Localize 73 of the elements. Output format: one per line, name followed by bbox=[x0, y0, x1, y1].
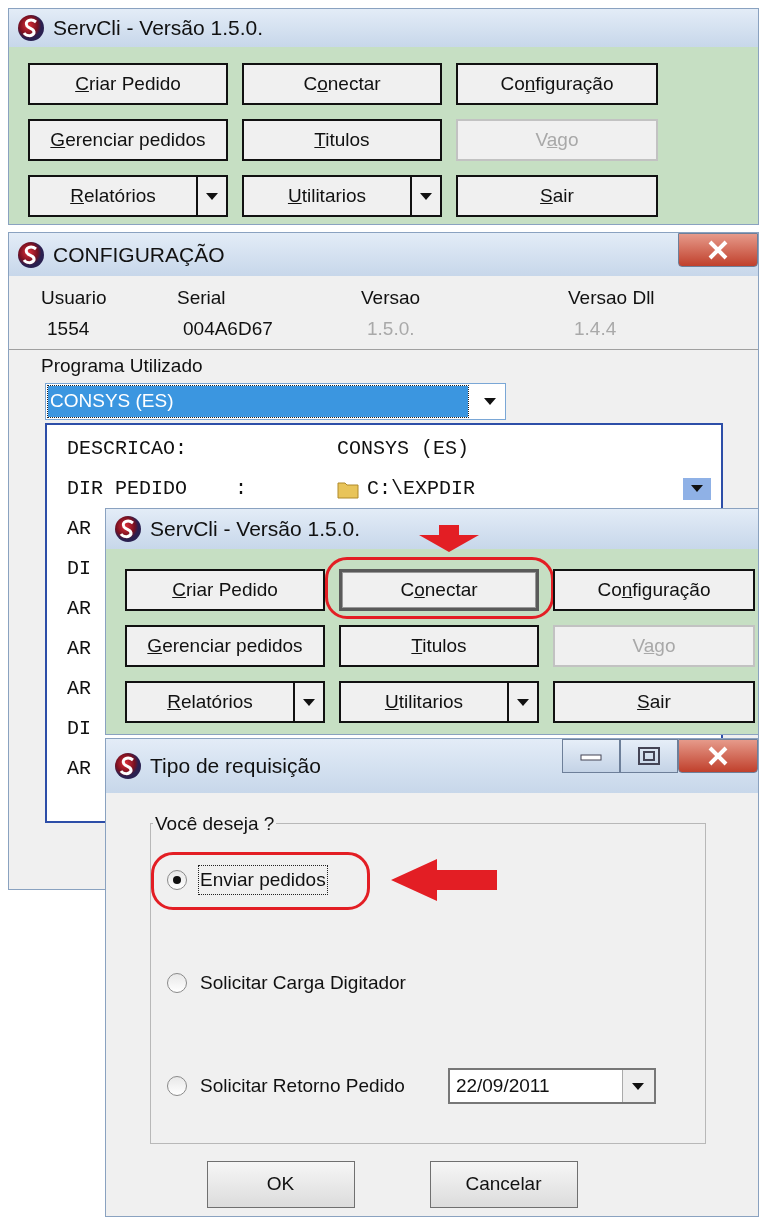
command-button[interactable]: Utilitarios bbox=[339, 681, 509, 723]
option-label[interactable]: Solicitar Carga Digitador bbox=[199, 968, 407, 998]
field-label: Usuario bbox=[41, 286, 108, 310]
command-button[interactable]: Titulos bbox=[339, 625, 539, 667]
caret-icon bbox=[418, 190, 434, 202]
detail-key: AR bbox=[67, 593, 91, 624]
option-label[interactable]: Solicitar Retorno Pedido bbox=[199, 1071, 406, 1101]
detail-key: AR bbox=[67, 633, 91, 664]
dialog-button[interactable]: OK bbox=[206, 1161, 355, 1208]
app-icon bbox=[114, 515, 142, 543]
dialog-button[interactable]: Cancelar bbox=[429, 1161, 578, 1208]
detail-key: DIR PEDIDO : bbox=[67, 473, 337, 504]
close-icon bbox=[707, 240, 729, 260]
app-icon bbox=[17, 240, 45, 269]
field-label: Programa Utilizado bbox=[41, 354, 204, 378]
detail-key: AR bbox=[67, 673, 91, 704]
dropdown-button[interactable] bbox=[621, 1070, 654, 1102]
detail-key: DI bbox=[67, 713, 91, 744]
field-label: Serial bbox=[177, 286, 227, 310]
command-button[interactable]: Configuração bbox=[456, 63, 658, 105]
field-label: Versao bbox=[361, 286, 422, 310]
dropdown-button[interactable] bbox=[412, 175, 442, 217]
caret-icon bbox=[482, 395, 498, 407]
window-title: ServCli - Versão 1.5.0. bbox=[53, 15, 264, 42]
close-button[interactable] bbox=[678, 739, 758, 773]
field-value: 1.4.4 bbox=[573, 316, 618, 341]
detail-key: DESCRICAO: bbox=[67, 433, 337, 464]
dropdown-button[interactable] bbox=[295, 681, 325, 723]
app-icon bbox=[17, 14, 45, 42]
command-button[interactable]: Gerenciar pedidos bbox=[125, 625, 325, 667]
radio-button[interactable] bbox=[167, 973, 187, 993]
radio-button[interactable] bbox=[167, 1076, 187, 1096]
minimize-button[interactable] bbox=[562, 739, 620, 773]
command-button[interactable]: Conectar bbox=[339, 569, 539, 611]
command-button[interactable]: Gerenciar pedidos bbox=[28, 119, 228, 161]
dropdown-button[interactable] bbox=[509, 681, 539, 723]
command-button[interactable]: Configuração bbox=[553, 569, 755, 611]
field-value: 1554 bbox=[46, 316, 91, 341]
caret-icon bbox=[204, 190, 220, 202]
command-button[interactable]: Conectar bbox=[242, 63, 442, 105]
command-button[interactable]: Criar Pedido bbox=[28, 63, 228, 105]
radio-button[interactable] bbox=[167, 870, 187, 890]
detail-key: AR bbox=[67, 513, 91, 544]
detail-value: C:\EXPDIR bbox=[367, 475, 476, 502]
field-label: Versao Dll bbox=[568, 286, 656, 310]
command-button[interactable]: Criar Pedido bbox=[125, 569, 325, 611]
detail-value: CONSYS (ES) bbox=[337, 435, 471, 462]
date-field[interactable]: 22/09/2011 bbox=[447, 1068, 656, 1104]
command-button[interactable]: Relatórios bbox=[125, 681, 295, 723]
field-value: 004A6D67 bbox=[182, 316, 274, 341]
caret-icon bbox=[301, 696, 317, 708]
close-icon bbox=[707, 746, 729, 766]
dropdown-button[interactable] bbox=[198, 175, 228, 217]
close-button[interactable] bbox=[678, 233, 758, 267]
command-button[interactable]: Titulos bbox=[242, 119, 442, 161]
detail-key: AR bbox=[67, 753, 91, 784]
command-button[interactable]: Utilitarios bbox=[242, 175, 412, 217]
detail-key: DI bbox=[67, 553, 91, 584]
window-title: Tipo de requisição bbox=[150, 753, 321, 780]
caret-icon bbox=[630, 1080, 647, 1092]
window-title: ServCli - Versão 1.5.0. bbox=[150, 516, 361, 543]
maximize-icon bbox=[638, 747, 660, 765]
dropdown-button[interactable] bbox=[683, 477, 711, 500]
option-label[interactable]: Enviar pedidos bbox=[199, 865, 327, 895]
caret-icon bbox=[515, 696, 531, 708]
field-value: 1.5.0. bbox=[366, 316, 416, 341]
caret-icon bbox=[690, 484, 704, 493]
command-button[interactable]: Sair bbox=[553, 681, 755, 723]
command-button[interactable]: Sair bbox=[456, 175, 658, 217]
maximize-button[interactable] bbox=[620, 739, 678, 773]
window-title: CONFIGURAÇÃO bbox=[53, 241, 225, 268]
command-button[interactable]: Relatórios bbox=[28, 175, 198, 217]
app-icon bbox=[114, 752, 142, 780]
